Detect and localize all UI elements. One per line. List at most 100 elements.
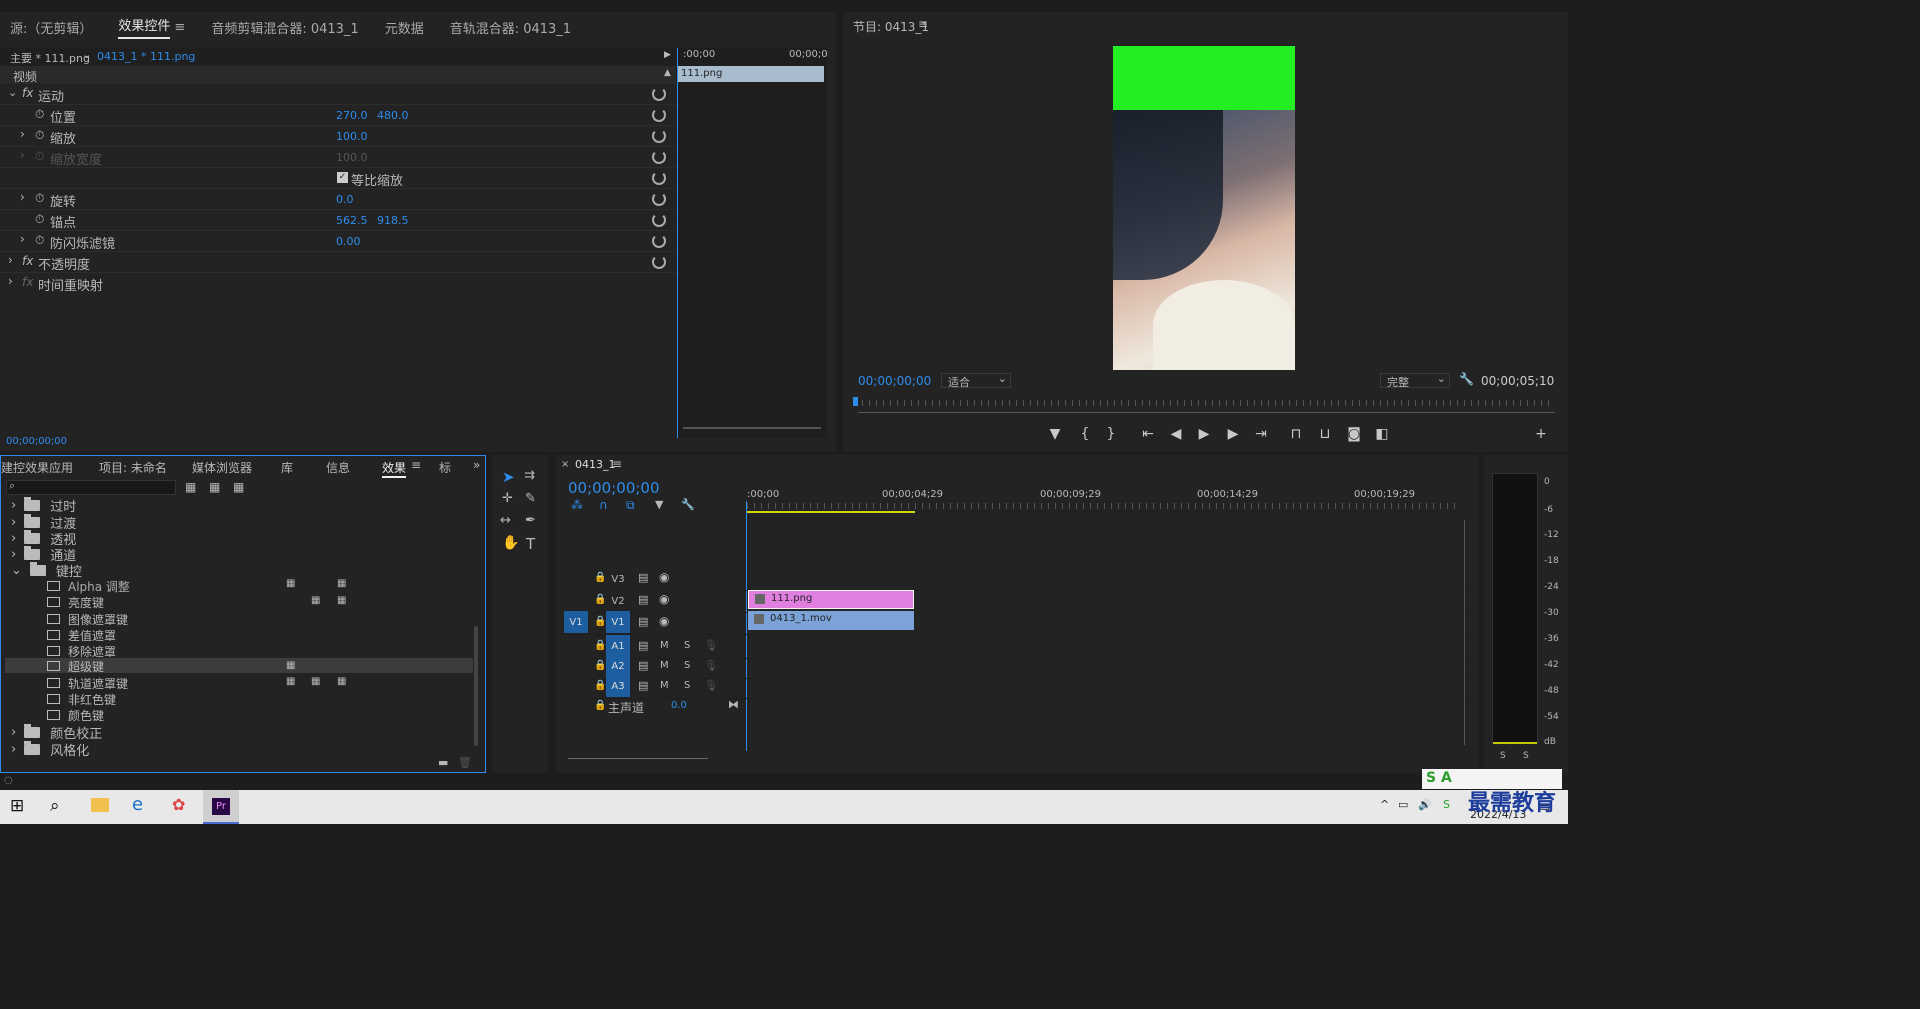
sync-icon[interactable]: ▤ (638, 659, 648, 672)
reset-icon[interactable] (652, 234, 666, 248)
tab-audio-clip-mixer[interactable]: 音频剪辑混合器: 0413_1 (211, 18, 358, 37)
mic-icon[interactable]: 🎙 (704, 659, 718, 672)
stopwatch-icon[interactable]: ⏱ (35, 128, 44, 143)
mic-icon[interactable]: 🎙 (704, 639, 718, 652)
volume-icon[interactable]: 🔊 (1418, 798, 1432, 811)
accelerated-effects-icon[interactable]: ▦ (185, 480, 196, 494)
reset-icon[interactable] (652, 192, 666, 206)
go-to-out-icon[interactable]: ⇥ (1252, 426, 1270, 442)
selection-tool-icon[interactable]: ➤ (502, 468, 515, 486)
effects-scrollbar[interactable] (474, 626, 478, 746)
add-marker-icon[interactable]: ▼ (655, 498, 663, 511)
tab-source[interactable]: 源:（无剪辑） (10, 18, 92, 37)
effect-row-opacity[interactable]: › fx 不透明度 (0, 252, 676, 273)
windows-start-icon[interactable]: ⊞ (10, 796, 24, 816)
mini-clip-bar[interactable]: 111.png (677, 66, 824, 82)
type-tool-icon[interactable]: T (526, 535, 535, 553)
solo-button[interactable]: S (684, 680, 690, 691)
effects-search-input[interactable]: ⌕ (6, 479, 176, 495)
tab-keying-apply[interactable]: 建控效果应用 (1, 459, 73, 476)
tab-info[interactable]: 信息 (326, 459, 350, 476)
tab-media-browser[interactable]: 媒体浏览器 (192, 459, 252, 476)
ime-label[interactable]: S A (1426, 770, 1452, 786)
clip-111png[interactable]: 111.png (748, 590, 914, 609)
timeline-timecode[interactable]: 00;00;00;00 (568, 479, 660, 497)
timeline-ruler[interactable] (747, 503, 1457, 509)
lift-icon[interactable]: ⊓ (1287, 426, 1305, 442)
snap-icon[interactable]: ∩ (599, 498, 608, 512)
eye-icon[interactable]: ◉ (659, 614, 669, 628)
reset-icon[interactable] (652, 150, 666, 164)
tray-chevron-icon[interactable]: ^ (1380, 798, 1389, 811)
chevron-right-icon[interactable]: › (8, 274, 13, 288)
tab-effect-controls[interactable]: 效果控件 (118, 15, 171, 39)
marker-icon[interactable]: ▼ (1046, 426, 1064, 442)
eye-icon[interactable]: ◉ (659, 570, 669, 584)
eye-icon[interactable]: ◉ (659, 592, 669, 606)
lock-icon[interactable]: 🔒 (594, 700, 606, 711)
app-icon[interactable]: ✿ (172, 795, 185, 814)
track-label-v1[interactable]: V1 (606, 611, 630, 633)
hand-tool-icon[interactable]: ✋ (502, 535, 519, 551)
sync-icon[interactable]: ▤ (638, 571, 648, 584)
go-to-in-icon[interactable]: ⇤ (1139, 426, 1157, 442)
effect-row-time-remap[interactable]: › fx 时间重映射 (0, 273, 676, 294)
param-value-y[interactable]: 480.0 (377, 109, 409, 122)
sequence-tab[interactable]: 0413_1 (575, 458, 616, 471)
chevron-right-icon[interactable]: › (20, 232, 25, 246)
lock-icon[interactable]: 🔒 (594, 680, 606, 691)
wrench-icon[interactable]: 🔧 (1459, 372, 1474, 386)
chevron-down-icon[interactable]: ⌄ (82, 48, 91, 61)
menu-icon[interactable]: ≡ (612, 457, 622, 471)
step-back-icon[interactable]: ◀ (1167, 426, 1185, 442)
track-label-a1[interactable]: A1 (606, 635, 630, 657)
trash-icon[interactable]: 🗑 (458, 756, 472, 769)
program-ruler[interactable] (855, 400, 1555, 406)
stopwatch-icon[interactable]: ⏱ (35, 107, 44, 122)
fit-dropdown[interactable]: 适合 ⌄ (941, 372, 1011, 389)
search-icon[interactable]: ⌕ (50, 796, 60, 816)
program-frame[interactable] (1113, 46, 1295, 370)
more-tabs-icon[interactable]: » (473, 458, 480, 472)
add-button-icon[interactable]: + (1532, 426, 1550, 442)
menu-icon[interactable]: ≡ (918, 17, 928, 31)
stopwatch-icon[interactable]: ⏱ (35, 191, 44, 206)
reset-icon[interactable] (652, 213, 666, 227)
sync-icon[interactable]: ▤ (638, 593, 648, 606)
param-value-y[interactable]: 918.5 (377, 214, 409, 227)
track-select-tool-icon[interactable]: ⇉ (524, 468, 535, 483)
solo-left-button[interactable]: S (1500, 751, 1506, 761)
lock-icon[interactable]: 🔒 (594, 640, 606, 651)
track-label-v2[interactable]: V2 (606, 590, 630, 612)
work-area-bar[interactable] (747, 511, 915, 513)
uniform-scale-checkbox[interactable]: ✓ (337, 172, 348, 183)
linked-select-icon[interactable]: ⧉ (626, 498, 635, 513)
ec-timecode[interactable]: 00;00;00;00 (6, 436, 67, 447)
sync-icon[interactable]: ▤ (638, 615, 648, 628)
wrench-icon[interactable]: 🔧 (681, 498, 695, 511)
chevron-right-icon[interactable]: › (20, 127, 25, 141)
param-value-x[interactable]: 562.5 (336, 214, 368, 227)
chevron-right-icon[interactable]: › (8, 253, 13, 267)
compare-icon[interactable]: ◧ (1373, 426, 1391, 442)
stopwatch-icon[interactable]: ⏱ (35, 233, 44, 248)
sync-icon[interactable]: ▤ (638, 679, 648, 692)
new-folder-icon[interactable]: ▬ (438, 756, 448, 769)
timeline-vscroll[interactable] (1464, 520, 1465, 745)
file-explorer-icon[interactable] (91, 798, 109, 812)
program-playhead[interactable] (853, 397, 858, 406)
edge-icon[interactable]: e (132, 794, 143, 815)
stopwatch-icon[interactable]: ⏱ (35, 212, 44, 227)
ripple-tool-icon[interactable]: ✛ (502, 491, 513, 506)
track-label-v3[interactable]: V3 (606, 568, 630, 590)
menu-icon[interactable]: ≡ (174, 20, 185, 35)
master-value[interactable]: 0.0 (671, 700, 687, 711)
lock-icon[interactable]: 🔒 (594, 660, 606, 671)
reset-icon[interactable] (652, 129, 666, 143)
step-forward-icon[interactable]: ▶ (1224, 426, 1242, 442)
reset-icon[interactable] (652, 108, 666, 122)
chevron-right-icon[interactable]: › (20, 190, 25, 204)
ec-scrollbar[interactable] (683, 427, 821, 429)
mute-button[interactable]: M (660, 640, 669, 651)
solo-right-button[interactable]: S (1523, 751, 1529, 761)
